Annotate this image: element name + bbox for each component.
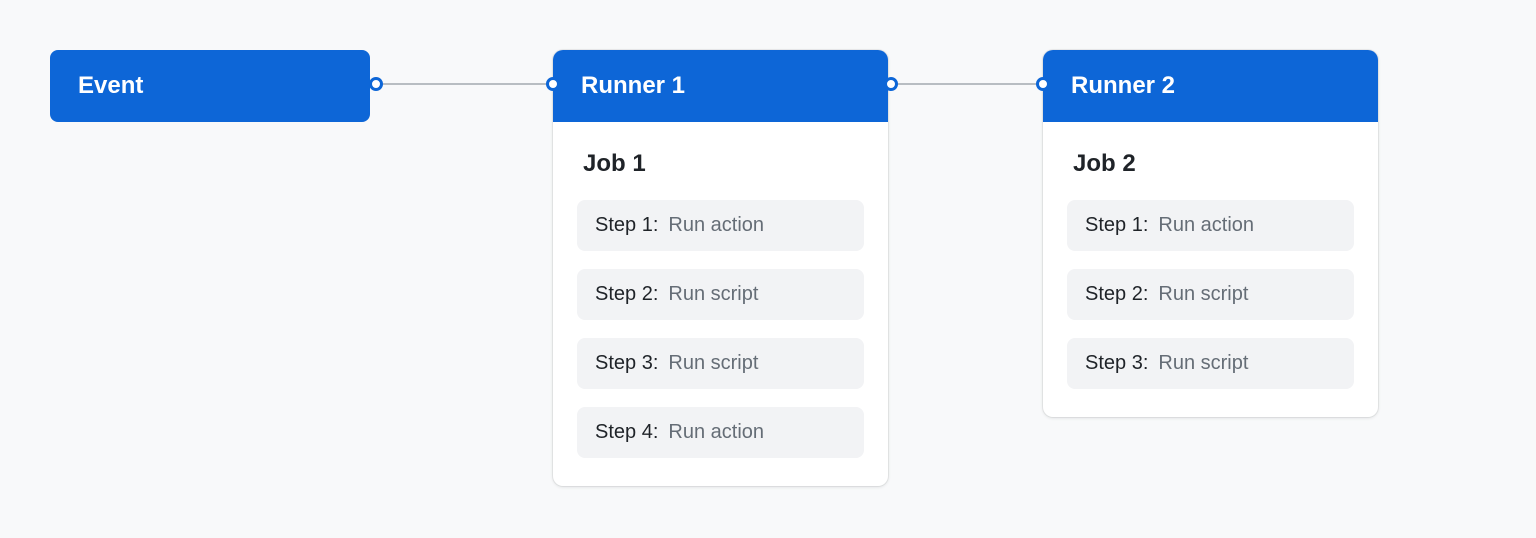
workflow-diagram: Event Runner 1 Job 1 Step 1: Run action … [0,0,1536,538]
step-action: Run action [668,421,764,444]
runner-header: Runner 2 [1043,50,1378,122]
step-item: Step 1: Run action [577,200,864,251]
step-item: Step 3: Run script [1067,338,1354,389]
runner-body: Job 1 Step 1: Run action Step 2: Run scr… [553,122,888,486]
runner-title: Runner 1 [581,72,685,99]
step-action: Run script [1158,352,1248,375]
job-title: Job 2 [1067,150,1354,178]
step-action: Run action [668,214,764,237]
runner-body: Job 2 Step 1: Run action Step 2: Run scr… [1043,122,1378,417]
runner-node-2: Runner 2 Job 2 Step 1: Run action Step 2… [1043,50,1378,417]
event-node: Event [50,50,370,122]
step-label: Step 3: [1085,352,1148,375]
step-label: Step 2: [595,283,658,306]
step-item: Step 2: Run script [1067,269,1354,320]
runner-title: Runner 2 [1071,72,1175,99]
step-item: Step 2: Run script [577,269,864,320]
connector-runner1-to-runner2 [886,83,1046,85]
step-action: Run action [1158,214,1254,237]
step-action: Run script [668,352,758,375]
step-label: Step 2: [1085,283,1148,306]
event-label: Event [78,72,143,99]
step-action: Run script [1158,283,1248,306]
step-label: Step 3: [595,352,658,375]
connector-dot [1036,77,1050,91]
step-list: Step 1: Run action Step 2: Run script St… [1067,200,1354,389]
step-label: Step 4: [595,421,658,444]
step-item: Step 4: Run action [577,407,864,458]
connector-event-to-runner1 [369,83,557,85]
runner-header: Runner 1 [553,50,888,122]
step-item: Step 1: Run action [1067,200,1354,251]
connector-dot [369,77,383,91]
step-item: Step 3: Run script [577,338,864,389]
connector-dot [884,77,898,91]
connector-dot [546,77,560,91]
job-title: Job 1 [577,150,864,178]
step-action: Run script [668,283,758,306]
runner-node-1: Runner 1 Job 1 Step 1: Run action Step 2… [553,50,888,486]
step-list: Step 1: Run action Step 2: Run script St… [577,200,864,458]
step-label: Step 1: [595,214,658,237]
step-label: Step 1: [1085,214,1148,237]
